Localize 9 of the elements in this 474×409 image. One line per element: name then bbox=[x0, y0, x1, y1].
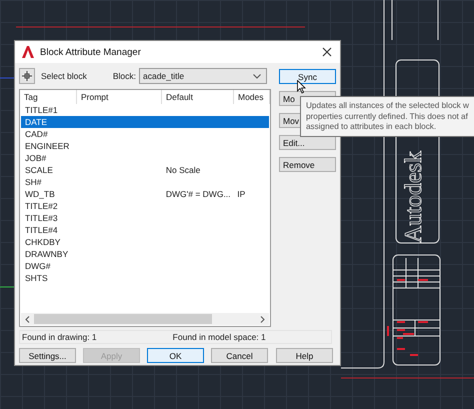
drawing-text: Autodesk bbox=[401, 150, 427, 246]
select-block-label: Select block bbox=[41, 71, 87, 81]
status-text: Found in model space: 1 bbox=[172, 332, 266, 342]
tooltip-text: Updates all instances of the selected block w bbox=[306, 101, 470, 112]
tooltip-text: properties currently defined. This does not af bbox=[306, 112, 469, 122]
status-text: Found in drawing: 1 bbox=[22, 332, 97, 342]
block-label: Block: bbox=[112, 71, 136, 81]
tooltip-text: assigned to attributes in each block. bbox=[306, 122, 438, 132]
window-title: Block Attribute Manager bbox=[40, 46, 142, 58]
